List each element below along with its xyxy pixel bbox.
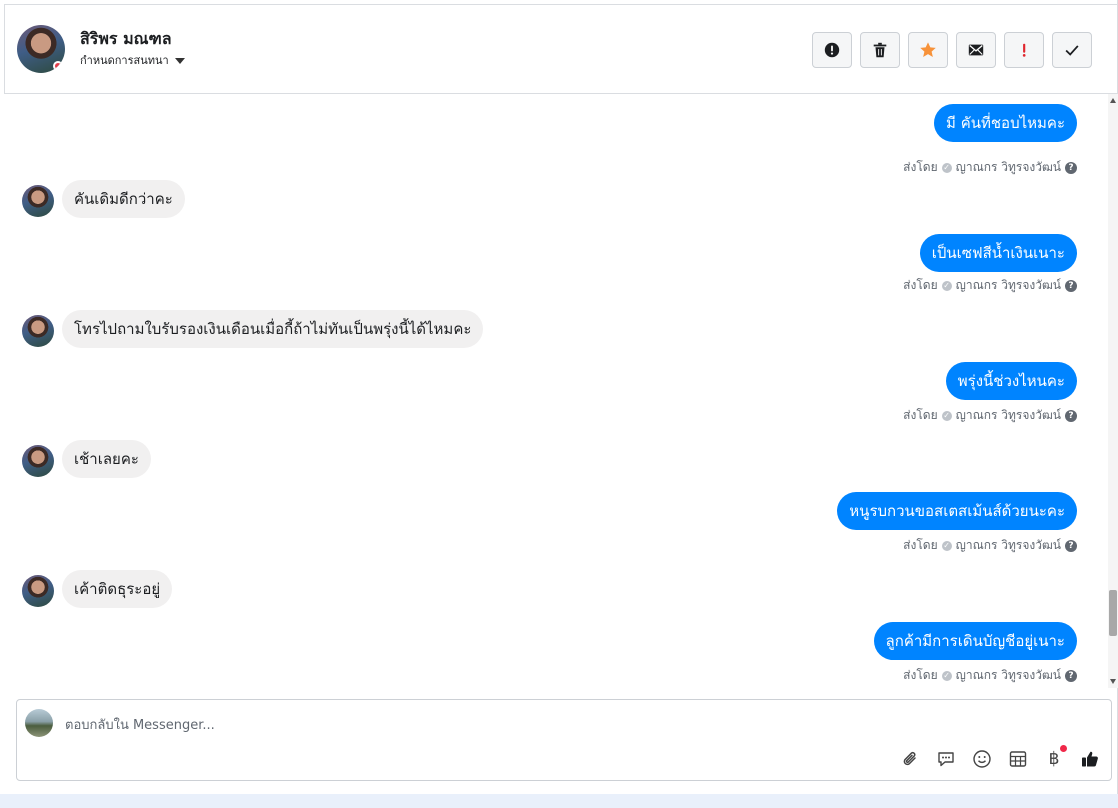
saved-replies-button[interactable] (935, 748, 957, 770)
report-button[interactable] (812, 32, 852, 68)
page-background (0, 794, 1118, 808)
help-icon[interactable]: ? (1065, 539, 1077, 552)
smiley-icon (973, 750, 991, 768)
sent-by-label: ส่งโดย (903, 160, 938, 174)
notification-dot (1060, 745, 1067, 752)
contact-avatar[interactable] (17, 25, 65, 73)
scrollbar-thumb[interactable] (1109, 590, 1117, 636)
reply-composer: ตอบกลับใน Messenger... ฿ (16, 699, 1112, 781)
conversation-header: สิริพร มณฑล กำหนดการสนทนา (4, 4, 1118, 94)
chat-bubble-icon (938, 752, 954, 767)
exclamation-icon (1022, 43, 1026, 57)
reply-input[interactable]: ตอบกลับใน Messenger... (65, 714, 215, 735)
sent-by-agent[interactable]: ญาณกร วิทูรจงวัฒน์ (956, 406, 1061, 425)
appointment-button[interactable] (1007, 748, 1029, 770)
done-button[interactable] (1052, 32, 1092, 68)
trash-icon (873, 42, 887, 58)
help-icon[interactable]: ? (1065, 409, 1077, 422)
sent-by-agent[interactable]: ญาณกร วิทูรจงวัฒน์ (956, 536, 1061, 555)
sent-by-line: ส่งโดย ✓ ญาณกร วิทูรจงวัฒน์ ? (903, 536, 1077, 555)
sent-by-line: ส่งโดย ✓ ญาณกร วิทูรจงวัฒน์ ? (903, 666, 1077, 685)
sent-by-line: ส่งโดย ✓ ญาณกร วิทูรจงวัฒน์ ? (903, 406, 1077, 425)
sent-by-agent[interactable]: ญาณกร วิทูรจงวัฒน์ (956, 158, 1061, 177)
contact-avatar[interactable] (22, 315, 54, 347)
like-button[interactable] (1079, 748, 1101, 770)
important-button[interactable] (1004, 32, 1044, 68)
scroll-up-icon[interactable] (1110, 98, 1116, 103)
sent-by-label: ส่งโดย (903, 408, 938, 422)
check-icon: ✓ (941, 162, 952, 173)
contact-avatar[interactable] (22, 575, 54, 607)
sent-by-line: ส่งโดย ✓ ญาณกร วิทูรจงวัฒน์ ? (903, 276, 1077, 295)
scroll-down-icon[interactable] (1110, 679, 1116, 684)
sent-by-agent[interactable]: ญาณกร วิทูรจงวัฒน์ (956, 666, 1061, 685)
contact-avatar[interactable] (22, 185, 54, 217)
table-icon (1009, 751, 1027, 767)
help-icon[interactable]: ? (1065, 669, 1077, 682)
check-icon: ✓ (941, 280, 952, 291)
help-icon[interactable]: ? (1065, 161, 1077, 174)
caret-down-icon (174, 57, 185, 64)
envelope-icon (968, 44, 984, 56)
mark-unread-button[interactable] (956, 32, 996, 68)
alert-circle-icon (824, 42, 840, 58)
assign-conversation-dropdown[interactable]: กำหนดการสนทนา (80, 51, 185, 69)
status-badge (53, 61, 63, 71)
incoming-message[interactable]: โทรไปถามใบรับรองเงินเดือนเมื่อกี้ถ้าไม่ท… (62, 310, 484, 348)
contact-name[interactable]: สิริพร มณฑล (80, 27, 172, 52)
star-icon (920, 42, 936, 58)
conversation-panel: สิริพร มณฑล กำหนดการสนทนา มี คันที่ชอบไห… (0, 0, 1118, 794)
page-avatar (25, 709, 53, 737)
assign-label: กำหนดการสนทนา (80, 54, 169, 67)
check-icon: ✓ (941, 540, 952, 551)
help-icon[interactable]: ? (1065, 279, 1077, 292)
outgoing-message[interactable]: ลูกค้ามีการเดินบัญชีอยู่เนาะ (873, 622, 1077, 660)
check-icon: ✓ (941, 670, 952, 681)
outgoing-message[interactable]: เป็นเซฟสีน้ำเงินเนาะ (919, 234, 1077, 272)
incoming-message[interactable]: คันเดิมดีกว่าคะ (62, 180, 185, 218)
sent-by-label: ส่งโดย (903, 278, 938, 292)
star-button[interactable] (908, 32, 948, 68)
check-icon: ✓ (941, 410, 952, 421)
attach-button[interactable] (899, 748, 921, 770)
outgoing-message[interactable]: มี คันที่ชอบไหมคะ (934, 104, 1077, 142)
outgoing-message[interactable]: หนูรบกวนขอสเตสเม้นส์ด้วยนะคะ (837, 492, 1077, 530)
outgoing-message[interactable]: พรุ่งนี้ช่วงไหนคะ (945, 362, 1077, 400)
message-list[interactable]: มี คันที่ชอบไหมคะ ส่งโดย ✓ ญาณกร วิทูรจง… (4, 94, 1108, 688)
contact-avatar[interactable] (22, 445, 54, 477)
delete-button[interactable] (860, 32, 900, 68)
sent-by-label: ส่งโดย (903, 538, 938, 552)
emoji-button[interactable] (971, 748, 993, 770)
paperclip-icon (903, 751, 916, 766)
check-icon (1065, 45, 1079, 56)
composer-tools: ฿ (899, 745, 1101, 770)
sent-by-line: ส่งโดย ✓ ญาณกร วิทูรจงวัฒน์ ? (903, 158, 1077, 177)
scrollbar[interactable] (1108, 94, 1118, 688)
thumbs-up-icon (1082, 751, 1098, 767)
payment-button[interactable]: ฿ (1043, 745, 1067, 770)
sent-by-agent[interactable]: ญาณกร วิทูรจงวัฒน์ (956, 276, 1061, 295)
incoming-message[interactable]: เค้าติดธุระอยู่ (62, 570, 173, 608)
incoming-message[interactable]: เช้าเลยคะ (62, 440, 151, 478)
baht-icon: ฿ (1048, 749, 1060, 769)
header-actions (812, 32, 1092, 68)
sent-by-label: ส่งโดย (903, 668, 938, 682)
